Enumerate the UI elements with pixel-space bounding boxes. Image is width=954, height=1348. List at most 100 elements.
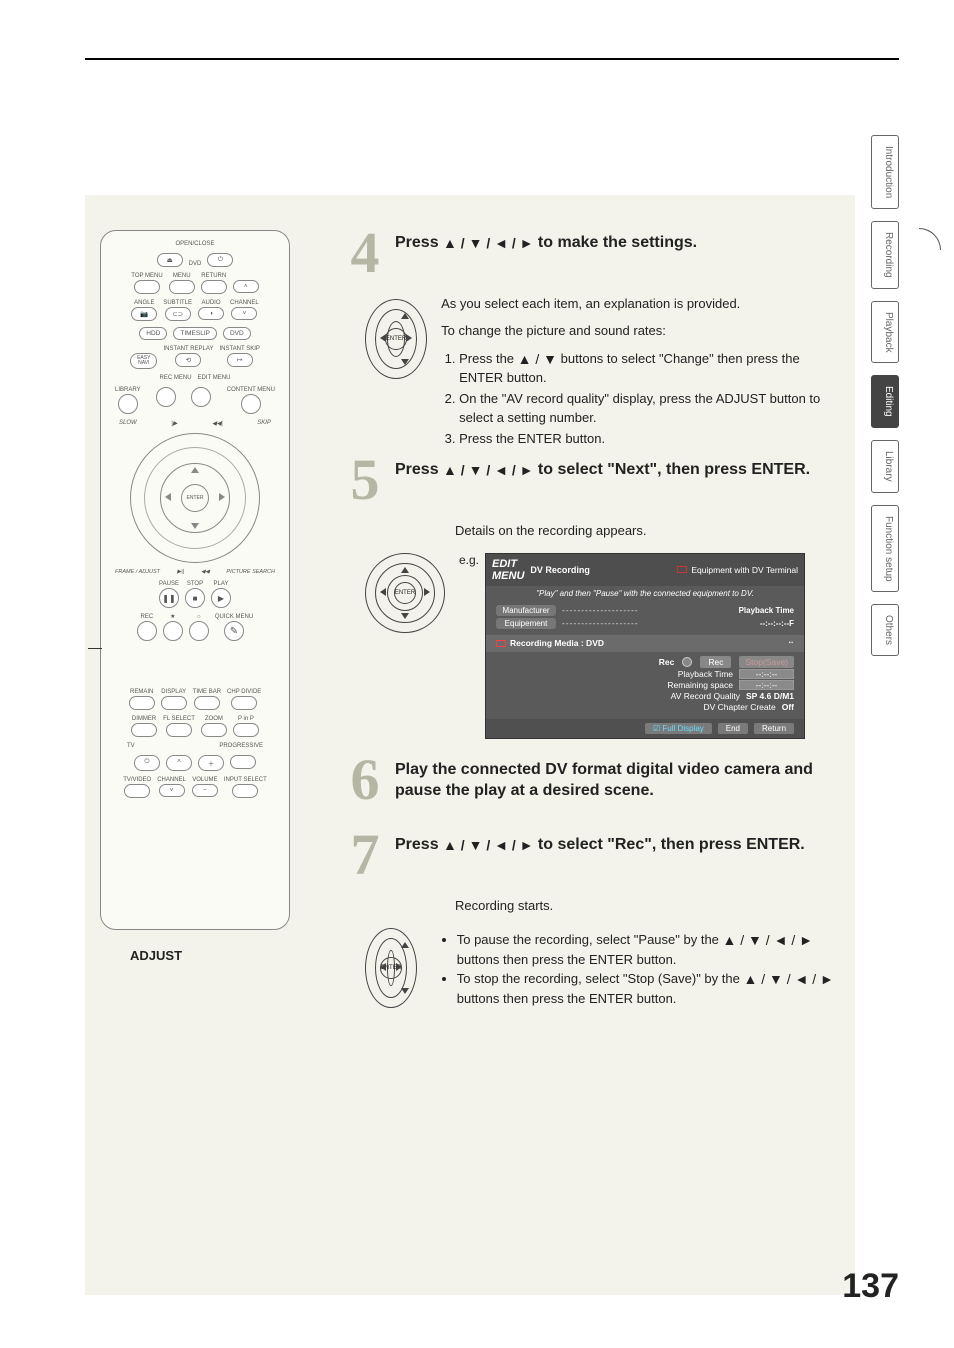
pause-button[interactable]: ❚❚ xyxy=(159,588,179,608)
lbl-time-bar: TIME BAR xyxy=(193,689,221,695)
tv-vol-down-button[interactable]: − xyxy=(192,784,218,797)
lbl-instant-skip: INSTANT SKIP xyxy=(219,346,259,352)
lbl-frame-adjust: FRAME / ADJUST xyxy=(115,569,160,575)
osd-playback-time-label: Playback Time xyxy=(739,606,794,615)
hdd-button[interactable]: HDD xyxy=(139,327,167,340)
instant-skip-button[interactable]: ↦ xyxy=(227,353,253,367)
dimmer-button[interactable] xyxy=(131,723,157,737)
star-button[interactable] xyxy=(163,621,183,641)
angle-button[interactable]: 📷 xyxy=(131,307,157,321)
chp-divide-button[interactable] xyxy=(231,696,257,710)
osd-rec-label: Rec xyxy=(659,657,675,667)
step-7-number: 7 xyxy=(345,830,385,879)
lbl-instant-replay: INSTANT REPLAY xyxy=(163,346,213,352)
lbl-stop: STOP xyxy=(187,581,203,587)
progressive-button[interactable] xyxy=(230,755,256,769)
quick-menu-button[interactable]: ✎ xyxy=(224,621,244,641)
tab-playback[interactable]: Playback xyxy=(871,301,899,364)
open-close-button[interactable]: ⏏ xyxy=(157,253,183,267)
channel-up-button[interactable]: ˄ xyxy=(233,280,259,293)
lbl-content-menu: CONTENT MENU xyxy=(227,387,275,393)
dvd-button[interactable]: DVD xyxy=(223,327,251,340)
lbl-menu: MENU xyxy=(173,273,191,279)
tab-editing[interactable]: Editing xyxy=(871,375,899,428)
timeslip-button[interactable]: TIMESLIP xyxy=(173,327,217,340)
content-menu-button[interactable] xyxy=(241,394,261,414)
zoom-button[interactable] xyxy=(201,723,227,737)
lbl-dvd: DVD xyxy=(189,261,202,267)
rec-menu-button[interactable] xyxy=(156,387,176,407)
play-button[interactable]: ▶ xyxy=(211,588,231,608)
step-4: 4 Press ▲ / ▼ / ◄ / ► to make the settin… xyxy=(345,228,845,277)
osd-rec-button[interactable]: Rec xyxy=(700,656,731,668)
tv-ch-down-button[interactable]: ˅ xyxy=(159,784,185,797)
tab-function-setup[interactable]: Function setup xyxy=(871,505,899,593)
step-4-p2: To change the picture and sound rates: xyxy=(441,322,845,341)
lbl-dimmer: DIMMER xyxy=(132,716,156,722)
osd-playback-time-value: --:--:--:--F xyxy=(760,619,794,628)
circle-button[interactable] xyxy=(189,621,209,641)
lbl-zoom: ZOOM xyxy=(205,716,223,722)
library-button[interactable] xyxy=(118,394,138,414)
osd-avq-k: AV Record Quality xyxy=(645,691,740,701)
step-7-body: Recording starts. xyxy=(455,897,845,916)
step-6-number: 6 xyxy=(345,755,385,804)
audio-button[interactable]: ◑ xyxy=(198,307,224,320)
menu-button[interactable] xyxy=(169,280,195,294)
lbl-edit-menu: EDIT MENU xyxy=(198,375,231,381)
lbl-picture-search: PICTURE SEARCH xyxy=(226,569,275,575)
osd-manufacturer-label: Manufacturer xyxy=(496,605,556,616)
lbl-star: ★ xyxy=(170,614,175,620)
enter-diagram-2: ENTER xyxy=(365,553,445,633)
tab-library[interactable]: Library xyxy=(871,440,899,493)
pinp-button[interactable] xyxy=(233,723,259,737)
step-6-title: Play the connected DV format digital vid… xyxy=(395,755,845,804)
stop-button[interactable]: ■ xyxy=(185,588,205,608)
step-7-b2: To stop the recording, select "Stop (Sav… xyxy=(457,969,845,1008)
osd-instruction: "Play" and then "Pause" with the connect… xyxy=(486,586,804,601)
adjust-label: ADJUST xyxy=(130,948,182,963)
subtitle-button[interactable]: ⊂⊃ xyxy=(165,307,191,321)
tv-ch-up-button[interactable]: ˄ xyxy=(166,755,192,771)
edit-menu-button[interactable] xyxy=(191,387,211,407)
osd-equip: Equipment with DV Terminal xyxy=(691,565,798,575)
display-button[interactable] xyxy=(161,696,187,710)
record-button[interactable] xyxy=(137,621,157,641)
osd-stop-button[interactable]: Stop(Save) xyxy=(739,656,794,668)
tv-power-button[interactable]: ⏻ xyxy=(134,755,160,771)
channel-down-button[interactable]: ˅ xyxy=(231,307,257,320)
tab-recording[interactable]: Recording xyxy=(871,221,899,289)
instant-replay-button[interactable]: ⟲ xyxy=(175,353,201,367)
step-4-li2: On the "AV record quality" display, pres… xyxy=(459,390,845,428)
tv-vol-up-button[interactable]: ＋ xyxy=(198,755,224,771)
fl-select-button[interactable] xyxy=(166,723,192,737)
time-bar-button[interactable] xyxy=(194,696,220,710)
top-menu-button[interactable] xyxy=(134,280,160,294)
osd-avq-v: SP 4.6 D/M1 xyxy=(746,691,794,701)
red-icon xyxy=(677,566,687,573)
down-icon xyxy=(191,523,199,529)
lbl-return: RETURN xyxy=(201,273,226,279)
power-button[interactable]: ⏻ xyxy=(207,253,233,267)
enter-button[interactable]: ENTER xyxy=(181,484,209,512)
return-button[interactable] xyxy=(201,280,227,294)
osd-full-display-button[interactable]: ☑ Full Display xyxy=(645,723,712,734)
tab-introduction[interactable]: Introduction xyxy=(871,135,899,209)
lbl-rec: REC xyxy=(140,614,153,620)
tvvideo-button[interactable] xyxy=(124,784,150,798)
input-select-button[interactable] xyxy=(232,784,258,798)
osd-dvchap-v: Off xyxy=(782,702,794,712)
adjust-callout-line xyxy=(88,648,102,649)
nav-ring[interactable]: ENTER xyxy=(130,433,260,563)
lbl-channel: CHANNEL xyxy=(230,300,259,306)
enter-diagram-3: ENTER xyxy=(365,928,417,1008)
lbl-channel2: CHANNEL xyxy=(157,777,186,783)
easy-navi-button[interactable]: EASY NAVI xyxy=(130,353,157,369)
step-5-number: 5 xyxy=(345,455,385,504)
osd-end-button[interactable]: End xyxy=(718,723,748,734)
osd-return-button[interactable]: Return xyxy=(754,723,794,734)
lbl-chp-divide: CHP DIVIDE xyxy=(227,689,261,695)
up-icon xyxy=(191,467,199,473)
tab-others[interactable]: Others xyxy=(871,604,899,656)
remain-button[interactable] xyxy=(129,696,155,710)
